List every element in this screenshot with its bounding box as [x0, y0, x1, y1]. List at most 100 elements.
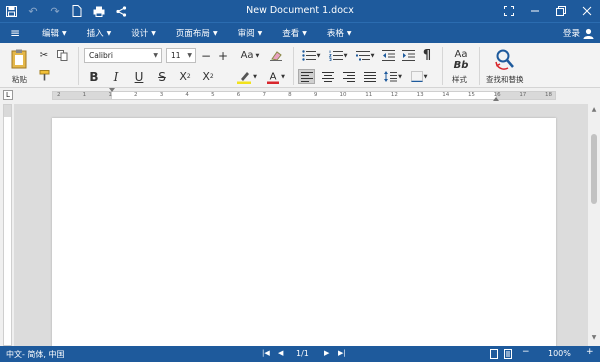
chevron-down-icon: ▼	[346, 29, 352, 37]
chevron-down-icon: ▼	[257, 29, 263, 37]
copy-icon[interactable]	[55, 49, 69, 62]
menu-label: 编辑	[42, 29, 60, 39]
ruler-tick-label: 13	[416, 92, 424, 98]
page-indicator: 1/1	[296, 349, 309, 358]
numbered-list-button[interactable]: ▼	[326, 48, 350, 63]
font-color-button[interactable]: A ▼	[263, 69, 289, 84]
align-right-icon[interactable]	[340, 69, 357, 84]
scroll-up-icon[interactable]: ▲	[588, 106, 600, 113]
increase-indent-icon[interactable]	[400, 48, 416, 63]
borders-button[interactable]: ▼	[407, 69, 431, 84]
first-page-icon[interactable]: |◀	[262, 349, 270, 357]
print-icon[interactable]	[88, 0, 110, 22]
change-case-button[interactable]: Aa ▼	[238, 48, 262, 63]
clipboard-icon	[11, 49, 27, 69]
align-left-icon[interactable]	[298, 69, 315, 84]
line-spacing-button[interactable]: ▼	[381, 69, 405, 84]
borders-icon	[410, 71, 423, 82]
justify-icon[interactable]	[361, 69, 378, 84]
menu-bar: ≡ 编辑 ▼ 插入 ▼ 设计 ▼ 页面布局 ▼ 审阅 ▼ 查看 ▼ 表格 ▼ 登录	[0, 22, 600, 43]
zoom-level[interactable]: 100%	[548, 349, 571, 358]
web-layout-icon[interactable]	[504, 349, 512, 361]
svg-text:A: A	[270, 71, 277, 82]
menu-page-layout[interactable]: 页面布局 ▼	[166, 27, 228, 39]
numbered-list-icon	[328, 50, 343, 61]
show-formatting-icon[interactable]: ¶	[419, 48, 435, 63]
restore-icon[interactable]	[548, 0, 574, 22]
menu-insert[interactable]: 插入 ▼	[77, 27, 122, 39]
redo-icon[interactable]: ↷	[44, 0, 66, 22]
chevron-down-icon: ▼	[316, 52, 321, 59]
cut-icon[interactable]: ✂	[37, 49, 51, 62]
next-page-icon[interactable]: ▶	[324, 349, 329, 357]
zoom-in-icon[interactable]: +	[586, 347, 594, 357]
language-status[interactable]: 中文- 简体, 中国	[6, 349, 65, 360]
menu-view[interactable]: 查看 ▼	[272, 27, 317, 39]
save-icon[interactable]	[0, 0, 22, 22]
menu-table[interactable]: 表格 ▼	[317, 27, 362, 39]
styles-button[interactable]: Aa Bb	[448, 47, 474, 73]
highlighter-icon	[237, 71, 252, 84]
vertical-scrollbar[interactable]: ▲ ▼	[588, 104, 600, 346]
find-replace-button[interactable]	[492, 47, 518, 71]
login-label: 登录	[562, 29, 580, 39]
right-indent-marker[interactable]	[493, 97, 499, 101]
close-icon[interactable]	[574, 0, 600, 22]
menu-label: 设计	[131, 29, 149, 39]
document-page[interactable]	[52, 118, 556, 358]
underline-button[interactable]: U	[131, 69, 147, 84]
decrease-font-button[interactable]: −	[199, 48, 213, 63]
highlight-button[interactable]: ▼	[234, 69, 260, 84]
scroll-thumb[interactable]	[591, 134, 597, 204]
new-document-icon[interactable]	[66, 0, 88, 22]
vertical-ruler[interactable]	[3, 104, 12, 346]
tab-selector[interactable]: L	[3, 90, 13, 100]
prev-page-icon[interactable]: ◀	[278, 349, 283, 357]
ruler-tick-label: 17	[519, 92, 527, 98]
print-layout-icon[interactable]	[490, 349, 498, 361]
login-button[interactable]: 登录	[563, 27, 594, 39]
fullscreen-icon[interactable]	[496, 0, 522, 22]
styles-glyph: Aa	[454, 49, 468, 60]
multilevel-list-icon	[355, 51, 370, 61]
last-page-icon[interactable]: ▶|	[338, 349, 346, 357]
chevron-down-icon: ▼	[187, 52, 192, 59]
subscript-button[interactable]: X2	[177, 69, 193, 84]
minimize-icon[interactable]	[522, 0, 548, 22]
first-line-indent-marker[interactable]	[109, 88, 115, 92]
ruler-tick-label: 9	[313, 92, 318, 98]
font-size-select[interactable]: 11 ▼	[166, 48, 196, 63]
share-icon[interactable]	[110, 0, 132, 22]
styles-label: 样式	[452, 75, 467, 84]
ruler-tick-label: 2	[134, 92, 138, 98]
font-name-select[interactable]: Calibri ▼	[84, 48, 162, 63]
paste-button[interactable]	[8, 48, 30, 70]
change-case-label: Aa	[240, 50, 254, 61]
menu-review[interactable]: 审阅 ▼	[228, 27, 273, 39]
ruler-tick-label: 4	[185, 92, 189, 98]
bullet-list-button[interactable]: ▼	[299, 48, 323, 63]
ruler-tick-label: 10	[339, 92, 347, 98]
strikethrough-button[interactable]: S	[154, 69, 170, 84]
hamburger-menu-icon[interactable]: ≡	[0, 26, 30, 40]
menu-edit[interactable]: 编辑 ▼	[32, 27, 77, 39]
increase-font-button[interactable]: +	[216, 48, 230, 63]
align-center-icon[interactable]	[319, 69, 336, 84]
horizontal-ruler[interactable]	[52, 91, 556, 100]
undo-icon[interactable]: ↶	[22, 0, 44, 22]
scroll-down-icon[interactable]: ▼	[588, 334, 600, 341]
clear-format-icon[interactable]	[268, 48, 284, 63]
styles-glyph: Bb	[453, 60, 469, 71]
format-painter-icon[interactable]	[37, 69, 51, 82]
multilevel-list-button[interactable]: ▼	[353, 48, 377, 63]
chevron-down-icon: ▼	[212, 29, 218, 37]
user-icon	[583, 28, 594, 39]
superscript-button[interactable]: X2	[200, 69, 216, 84]
ruler-tick-label: 1	[108, 92, 112, 98]
ruler-tick-label: 3	[159, 92, 164, 98]
decrease-indent-icon[interactable]	[380, 48, 396, 63]
bold-button[interactable]: B	[86, 69, 102, 84]
italic-button[interactable]: I	[108, 69, 124, 84]
zoom-out-icon[interactable]: −	[522, 347, 530, 357]
menu-design[interactable]: 设计 ▼	[121, 27, 166, 39]
